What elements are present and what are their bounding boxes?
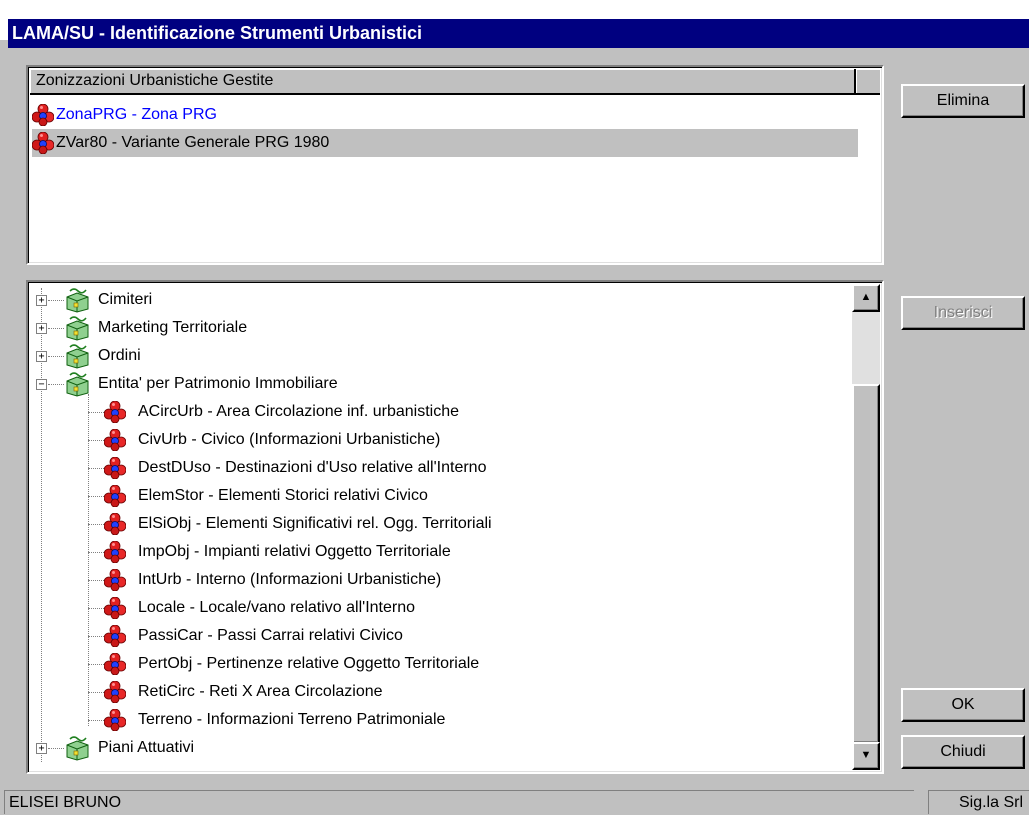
- tree-child-item[interactable]: ElSiObj - Elementi Significativi rel. Og…: [28, 510, 848, 538]
- entity-cluster-icon: [104, 401, 126, 423]
- tree-child-item[interactable]: ACircUrb - Area Circolazione inf. urbani…: [28, 398, 848, 426]
- entity-cluster-icon: [104, 457, 126, 479]
- tree-connector: [48, 384, 64, 385]
- entity-cluster-icon: [104, 681, 126, 703]
- tree-connector: [88, 524, 104, 525]
- entity-cluster-icon: [104, 653, 126, 675]
- tree-connector: [88, 468, 104, 469]
- tree-connector: [88, 720, 104, 721]
- tree-child-label: Terreno - Informazioni Terreno Patrimoni…: [138, 711, 446, 728]
- tree-child-label: ACircUrb - Area Circolazione inf. urbani…: [138, 403, 460, 420]
- tree-connector: [48, 300, 64, 301]
- entity-cluster-icon: [104, 485, 126, 507]
- folder-plug-icon: [64, 287, 90, 313]
- tree-group-label: Marketing Territoriale: [98, 319, 248, 336]
- scroll-down-button[interactable]: ▼: [852, 742, 880, 770]
- list-column-header-filler: [856, 69, 880, 95]
- tree-child-label: RetiCirc - Reti X Area Circolazione: [138, 683, 383, 700]
- tree-child-label: ElSiObj - Elementi Significativi rel. Og…: [138, 515, 492, 532]
- tree-child-item[interactable]: CivUrb - Civico (Informazioni Urbanistic…: [28, 426, 848, 454]
- tree-child-label: DestDUso - Destinazioni d'Uso relative a…: [138, 459, 487, 476]
- tree-child-item[interactable]: DestDUso - Destinazioni d'Uso relative a…: [28, 454, 848, 482]
- tree-child-label: PassiCar - Passi Carrai relativi Civico: [138, 627, 403, 644]
- elimina-button[interactable]: Elimina: [901, 84, 1025, 118]
- tree-group-label: Ordini: [98, 347, 141, 364]
- tree-child-label: PertObj - Pertinenze relative Oggetto Te…: [138, 655, 480, 672]
- tree-connector: [88, 412, 104, 413]
- title-bar-area: LAMA/SU - Identificazione Strumenti Urba…: [0, 0, 1029, 48]
- tree-child-item[interactable]: IntUrb - Interno (Informazioni Urbanisti…: [28, 566, 848, 594]
- tree-connector: [48, 748, 64, 749]
- chiudi-button[interactable]: Chiudi: [901, 735, 1025, 769]
- tree-group-entita-patrimonio[interactable]: − Entita' per Patrimonio Immobiliare: [28, 370, 848, 398]
- expand-toggle-icon[interactable]: +: [36, 351, 47, 362]
- tree-connector: [88, 692, 104, 693]
- folder-plug-icon: [64, 735, 90, 761]
- tree-child-item[interactable]: ImpObj - Impianti relativi Oggetto Terri…: [28, 538, 848, 566]
- tree-child-label: ImpObj - Impianti relativi Oggetto Terri…: [138, 543, 451, 560]
- tree-child-label: IntUrb - Interno (Informazioni Urbanisti…: [138, 571, 442, 588]
- tree-child-item[interactable]: ElemStor - Elementi Storici relativi Civ…: [28, 482, 848, 510]
- status-user: ELISEI BRUNO: [4, 790, 914, 814]
- ok-button[interactable]: OK: [901, 688, 1025, 722]
- tree-child-item[interactable]: Terreno - Informazioni Terreno Patrimoni…: [28, 706, 848, 734]
- folder-plug-icon: [64, 343, 90, 369]
- inserisci-button[interactable]: Inserisci: [901, 296, 1025, 330]
- status-company: Sig.la Srl: [928, 790, 1029, 814]
- tree-connector: [48, 356, 64, 357]
- expand-toggle-icon[interactable]: +: [36, 323, 47, 334]
- tree-child-item[interactable]: PassiCar - Passi Carrai relativi Civico: [28, 622, 848, 650]
- tree-child-item[interactable]: RetiCirc - Reti X Area Circolazione: [28, 678, 848, 706]
- tree-child-item[interactable]: Locale - Locale/vano relativo all'Intern…: [28, 594, 848, 622]
- tree-child-label: CivUrb - Civico (Informazioni Urbanistic…: [138, 431, 441, 448]
- entity-cluster-icon: [32, 132, 54, 154]
- tree-child-label: Locale - Locale/vano relativo all'Intern…: [138, 599, 415, 616]
- expand-toggle-icon[interactable]: +: [36, 295, 47, 306]
- list-item-label: ZonaPRG - Zona PRG: [56, 106, 217, 123]
- entity-cluster-icon: [104, 429, 126, 451]
- vertical-scrollbar[interactable]: ▲ ▼: [852, 284, 880, 770]
- entity-cluster-icon: [104, 709, 126, 731]
- entity-cluster-icon: [104, 569, 126, 591]
- tree-group-label: Cimiteri: [98, 291, 153, 308]
- tree-connector: [88, 440, 104, 441]
- tree-connector: [88, 552, 104, 553]
- tree-connector: [88, 664, 104, 665]
- folder-plug-icon: [64, 315, 90, 341]
- tree-group-label: Piani Attuativi: [98, 739, 195, 756]
- window-title[interactable]: LAMA/SU - Identificazione Strumenti Urba…: [8, 19, 1029, 48]
- scroll-up-button[interactable]: ▲: [852, 284, 880, 312]
- folder-plug-icon: [64, 371, 90, 397]
- entity-tree[interactable]: + Cimiteri + Marketing Territoriale + Or…: [26, 280, 884, 774]
- tree-group-cimiteri[interactable]: + Cimiteri: [28, 286, 848, 314]
- scroll-thumb[interactable]: [852, 384, 880, 744]
- entity-cluster-icon: [104, 625, 126, 647]
- tree-connector: [88, 580, 104, 581]
- entity-cluster-icon: [104, 597, 126, 619]
- tree-group-marketing-territoriale[interactable]: + Marketing Territoriale: [28, 314, 848, 342]
- tree-child-item[interactable]: PertObj - Pertinenze relative Oggetto Te…: [28, 650, 848, 678]
- entity-cluster-icon: [104, 541, 126, 563]
- list-item-label: ZVar80 - Variante Generale PRG 1980: [56, 134, 330, 151]
- tree-connector: [48, 328, 64, 329]
- list-item[interactable]: ZonaPRG - Zona PRG: [32, 101, 858, 129]
- tree-connector: [88, 608, 104, 609]
- tree-connector: [88, 496, 104, 497]
- tree-child-label: ElemStor - Elementi Storici relativi Civ…: [138, 487, 428, 504]
- managed-zoning-list[interactable]: Zonizzazioni Urbanistiche Gestite ZonaPR…: [26, 65, 884, 265]
- collapse-toggle-icon[interactable]: −: [36, 379, 47, 390]
- list-column-header[interactable]: Zonizzazioni Urbanistiche Gestite: [30, 69, 856, 95]
- tree-group-ordini[interactable]: + Ordini: [28, 342, 848, 370]
- list-item-selected[interactable]: ZVar80 - Variante Generale PRG 1980: [32, 129, 858, 157]
- expand-toggle-icon[interactable]: +: [36, 743, 47, 754]
- entity-cluster-icon: [104, 513, 126, 535]
- tree-group-piani-attuativi[interactable]: + Piani Attuativi: [28, 734, 848, 762]
- tree-connector: [88, 636, 104, 637]
- tree-group-label: Entita' per Patrimonio Immobiliare: [98, 375, 338, 392]
- entity-cluster-icon: [32, 104, 54, 126]
